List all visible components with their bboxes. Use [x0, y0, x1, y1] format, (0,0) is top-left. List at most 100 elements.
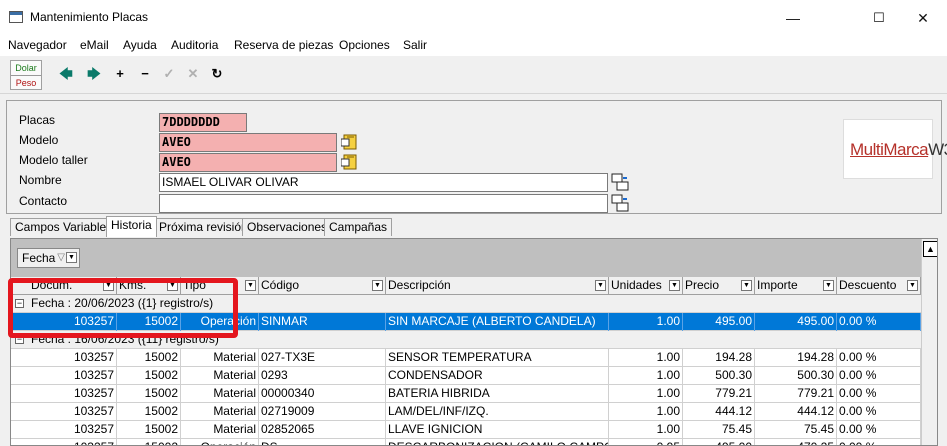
cell-descripcion: CONDENSADOR [386, 367, 609, 385]
table-row[interactable]: 103257 15002 Material 02852065 LLAVE IGNICIO… [11, 421, 921, 439]
cell-docum: 103257 [29, 439, 117, 445]
cell-codigo: SINMAR [259, 313, 386, 331]
plus-icon[interactable]: + [112, 66, 128, 82]
currency-peso-label: Peso [11, 75, 41, 90]
table-row[interactable]: 103257 15002 Material 027-TX3E SENSOR TEMPER… [11, 349, 921, 367]
cell-importe: 779.21 [755, 385, 837, 403]
filter-icon[interactable]: ▼ [66, 252, 77, 263]
annotation-highlight-box [8, 278, 238, 338]
filter-icon[interactable]: ▼ [372, 280, 383, 291]
lookup-modelo-taller-icon[interactable] [341, 153, 359, 171]
modelo-taller-field[interactable]: AVEO [159, 153, 337, 172]
close-button[interactable]: ✕ [900, 4, 946, 32]
placas-field[interactable]: 7DDDDDDD [159, 113, 247, 132]
cell-kms: 15002 [117, 349, 181, 367]
col-importe-label: Importe [757, 278, 798, 292]
cell-descripcion: SENSOR TEMPERATURA [386, 349, 609, 367]
lookup-nombre-icon[interactable] [611, 173, 629, 191]
cell-descuento: 0.00 % [837, 349, 921, 367]
window-title: Mantenimiento Placas [30, 10, 149, 24]
menu-auditoria[interactable]: Auditoria [171, 38, 218, 52]
col-codigo[interactable]: Código ▼ [259, 277, 386, 295]
arrow-left-icon[interactable]: 🡄 [58, 66, 74, 82]
filter-icon[interactable]: ▼ [595, 280, 606, 291]
modelo-field[interactable]: AVEO [159, 133, 337, 152]
tab-campos-variables[interactable]: Campos Variables [10, 218, 118, 236]
lookup-contacto-icon[interactable] [611, 194, 629, 212]
cell-descripcion: LAM/DEL/INF/IZQ. [386, 403, 609, 421]
cell-codigo: DS [259, 439, 386, 445]
cell-tipo: Material [181, 367, 259, 385]
minus-icon[interactable]: − [137, 66, 153, 82]
col-precio[interactable]: Precio ▼ [683, 277, 755, 295]
cell-unidades: 1.00 [609, 349, 683, 367]
cell-kms: 15002 [117, 421, 181, 439]
cell-precio: 194.28 [683, 349, 755, 367]
table-row[interactable]: 10325715002OperaciónDSDESCARBONIZACION (… [11, 439, 921, 445]
contacto-label: Contacto [19, 194, 68, 208]
menu-reserva-piezas[interactable]: Reserva de piezas [234, 38, 333, 52]
filter-icon[interactable]: ▼ [823, 280, 834, 291]
cell-descuento: 0.00 % [837, 439, 921, 445]
tab-historia[interactable]: Historia [106, 216, 157, 237]
cell-precio: 495.00 [683, 439, 755, 445]
col-codigo-label: Código [261, 278, 300, 292]
table-row[interactable]: 103257 15002 Material 0293 CONDENSADOR 1.00 50… [11, 367, 921, 385]
cell-kms: 15002 [117, 403, 181, 421]
menu-salir[interactable]: Salir [403, 38, 427, 52]
placas-label: Placas [19, 113, 56, 127]
menu-ayuda[interactable]: Ayuda [123, 38, 157, 52]
cell-precio: 500.30 [683, 367, 755, 385]
logo-text-b: W32 [928, 140, 947, 159]
currency-toggle-button[interactable]: Dolar Peso [10, 60, 42, 90]
col-unidades[interactable]: Unidades ▼ [609, 277, 683, 295]
cell-kms: 15002 [117, 367, 181, 385]
minimize-button[interactable]: — [770, 4, 816, 32]
cancel-icon[interactable]: ✕ [185, 66, 201, 82]
scroll-up-arrow-icon[interactable]: ▲ [923, 241, 937, 257]
table-row[interactable]: 103257 15002 Material 00000340 BATERIA HIBRI… [11, 385, 921, 403]
col-importe[interactable]: Importe ▼ [755, 277, 837, 295]
filter-icon[interactable]: ▼ [741, 280, 752, 291]
maximize-button[interactable]: ☐ [856, 4, 902, 32]
tab-observaciones[interactable]: Observaciones [242, 218, 333, 236]
cell-precio: 495.00 [683, 313, 755, 331]
cell-descuento: 0.00 % [837, 403, 921, 421]
tab-proxima-revision[interactable]: Próxima revisión [154, 218, 253, 236]
menu-navegador[interactable]: Navegador [8, 38, 67, 52]
nombre-field[interactable]: ISMAEL OLIVAR OLIVAR [159, 173, 608, 192]
filter-icon[interactable]: ▼ [669, 280, 680, 291]
col-descuento[interactable]: Descuento ▼ [837, 277, 921, 295]
filter-icon[interactable]: ▼ [245, 280, 256, 291]
group-by-panel: Fecha ▽ ▼ [11, 239, 921, 277]
vehicle-form: Placas 7DDDDDDD Modelo AVEO Modelo talle… [6, 100, 947, 214]
cell-tipo: Operación [181, 439, 259, 445]
tab-campanas[interactable]: Campañas [324, 218, 393, 236]
modelo-taller-label: Modelo taller [19, 153, 88, 167]
cell-tipo: Material [181, 421, 259, 439]
cell-descripcion: LLAVE IGNICION [386, 421, 609, 439]
currency-dolar-label: Dolar [15, 63, 37, 73]
check-icon[interactable]: ✓ [161, 66, 177, 82]
menu-email[interactable]: eMail [80, 38, 109, 52]
filter-icon[interactable]: ▼ [907, 280, 918, 291]
cell-codigo: 02719009 [259, 403, 386, 421]
group-by-label: Fecha [22, 251, 56, 265]
cell-unidades: 1.00 [609, 367, 683, 385]
cell-unidades: 1.00 [609, 421, 683, 439]
contacto-field[interactable] [159, 194, 608, 213]
col-descripcion-label: Descripción [388, 278, 451, 292]
col-descripcion[interactable]: Descripción ▼ [386, 277, 609, 295]
arrow-right-icon[interactable]: 🡆 [86, 66, 102, 82]
lookup-modelo-icon[interactable] [341, 133, 359, 151]
vertical-scrollbar[interactable]: ▲ [921, 239, 937, 445]
menu-opciones[interactable]: Opciones [339, 38, 390, 52]
title-bar: Mantenimiento Placas — ☐ ✕ [0, 0, 947, 36]
cell-codigo: 0293 [259, 367, 386, 385]
tab-bar: Campos Variables Historia Próxima revisi… [6, 216, 942, 237]
table-row[interactable]: 103257 15002 Material 02719009 LAM/DEL/INF/I… [11, 403, 921, 421]
group-by-fecha-chip[interactable]: Fecha ▽ ▼ [17, 248, 80, 268]
logo-text-a: MultiMarca [850, 140, 929, 159]
cell-unidades: 1.00 [609, 313, 683, 331]
refresh-icon[interactable]: ↻ [209, 66, 225, 82]
